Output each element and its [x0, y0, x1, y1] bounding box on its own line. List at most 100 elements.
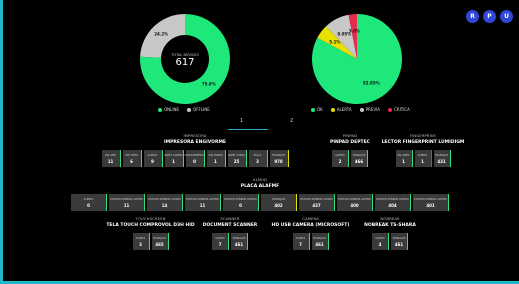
metric-value: 400	[350, 202, 359, 208]
metric-card[interactable]: TRABAJOS 402	[261, 194, 297, 211]
metric-label: ESTADO SENSOR ALERTA	[148, 197, 181, 201]
slice-label: 75.8%	[202, 82, 216, 87]
metric-card[interactable]: FALLA 3	[248, 150, 268, 167]
metric-value: 25	[233, 158, 240, 164]
metric-card[interactable]: PAPEL ALERTA 1	[164, 150, 184, 167]
metric-label: PAPEL FUERA	[227, 153, 246, 157]
metric-card[interactable]: ESTADO SENSOR ALERTA 437	[299, 194, 335, 211]
metric-label: SIN TONER	[208, 153, 223, 157]
device-group-sensor-board: ALMUD PLACA ALAFMF ALERTA 0 ESTADO SENSOR AL…	[55, 177, 465, 211]
metric-value: 978	[274, 158, 283, 164]
metric-label: FALLA	[253, 153, 262, 157]
metric-card[interactable]: PAPEL FUERA 25	[227, 150, 247, 167]
print-button[interactable]: P	[483, 10, 496, 23]
legend-item-critica: CRITICA	[388, 107, 410, 112]
metric-label: ALERTA	[375, 236, 385, 240]
metric-card[interactable]: SIN TONER 1	[206, 150, 226, 167]
metric-value: 404	[388, 202, 397, 208]
group-device-name: HD USB CAMERA (MICROSOFT)	[271, 223, 350, 228]
refresh-button[interactable]: R	[466, 10, 479, 23]
metric-label: TRABAJOS	[312, 236, 327, 240]
metric-value: 11	[123, 202, 130, 208]
metric-card[interactable]: ALERTA 9	[143, 150, 163, 167]
metric-value: 1	[421, 158, 424, 164]
metric-label: TRABAJOS	[434, 153, 449, 157]
devices-status-donut: 75.8%24.2%TOTAL DEVICES617	[140, 14, 230, 104]
metric-label: EN LINEA	[397, 153, 410, 157]
tab-2[interactable]: 2	[290, 118, 293, 124]
group-device-name: DOCUMENT SCANNER	[202, 223, 258, 228]
metric-card[interactable]: TRABAJOS 465	[151, 233, 169, 250]
group-category: NOBREAK	[380, 216, 400, 221]
device-group-touchscreen: TOUCHSCREEN TELA TOUCH COMPROVOL D3H HID A…	[98, 216, 203, 250]
metric-card[interactable]: ESTADO SENSOR ALERTA 11	[109, 194, 145, 211]
metric-label: ALERTA	[215, 236, 225, 240]
metric-value: 11	[107, 158, 114, 164]
metric-card[interactable]: ON LINE 11	[101, 150, 121, 167]
metric-label: ALERTA	[335, 153, 345, 157]
slice-label: 5.1%	[329, 40, 340, 45]
metric-card[interactable]: TRABAJOS 461	[231, 233, 248, 250]
metric-label: ESTADO SENSOR ALERTA	[376, 197, 409, 201]
metric-card[interactable]: TRABAJOS 461	[311, 233, 329, 250]
metric-value: 4	[378, 241, 382, 247]
metric-card[interactable]: ATASCAMIENTO 0	[184, 150, 205, 167]
group-category: CAMERA	[302, 216, 319, 221]
metric-label: TRABAJOS	[152, 236, 167, 240]
legend-item-online: ONLINE	[158, 107, 179, 112]
metric-value: 7	[218, 241, 222, 247]
metric-value: 0	[239, 202, 242, 208]
metric-card[interactable]: ESTADO SENSOR ALERTA 11	[185, 194, 221, 211]
metric-card[interactable]: ESTADO SENSOR ALERTA 14	[147, 194, 183, 211]
metric-card[interactable]: ALERTA 7	[292, 233, 310, 250]
metric-card[interactable]: ESTADO SENSOR ALERTA 404	[375, 194, 411, 211]
group-device-name: LECTOR FINGERPRINT LUMIDIGM	[381, 140, 465, 145]
metric-card[interactable]: ESTADO SENSOR ALERTA 400	[337, 194, 373, 211]
metric-card[interactable]: ESTADO SENSOR ALERTA 401	[413, 194, 449, 211]
device-group-printer: IMPRESORA IMPRESORA ENGIVORME ON LINE 11 SIN…	[70, 133, 320, 167]
metric-card[interactable]: TRABAJOS 978	[269, 150, 289, 167]
metric-label: TRABAJOS	[271, 153, 286, 157]
metric-label: ALERTA	[83, 197, 94, 201]
metric-value: 9	[151, 158, 154, 164]
metric-label: ESTADO SENSOR ALERTA	[110, 197, 143, 201]
metric-card[interactable]: ALERTA 7	[212, 233, 229, 250]
metric-card[interactable]: ESTADO SENSOR ALERTA 0	[223, 194, 259, 211]
group-category: SCANNER	[220, 216, 240, 221]
metric-card[interactable]: TRABAJOS 431	[433, 150, 451, 167]
metric-cards: ON LINE 11 SIN TINTA 6 ALERTA 9 PAPEL ALERTA 1 A…	[70, 150, 320, 167]
metric-card[interactable]: SIN TINTA 6	[122, 150, 142, 167]
metric-value: 6	[130, 158, 133, 164]
legend-item-offline: OFFLINE	[187, 107, 210, 112]
metric-value: 3	[139, 241, 142, 247]
metric-card[interactable]: ALERTA 4	[372, 233, 389, 250]
metric-card[interactable]: TRABAJOS 461	[391, 233, 408, 250]
metric-value: 2	[338, 158, 342, 164]
metric-value: 0	[193, 158, 196, 164]
metric-label: ALERTA	[417, 153, 428, 157]
tab-1[interactable]: 1	[240, 118, 243, 124]
metric-card[interactable]: ALERTA 0	[71, 194, 107, 211]
metric-value: 7	[299, 241, 302, 247]
metric-value: 14	[161, 202, 168, 208]
metric-value: 11	[199, 202, 206, 208]
legend-item-previa: PREVIA	[359, 107, 380, 112]
metric-label: TRABAJOS	[392, 236, 406, 240]
group-device-name: IMPRESORA ENGIVORME	[163, 140, 227, 145]
metric-value: 1	[402, 158, 405, 164]
metric-value: 461	[315, 241, 324, 247]
metric-label: TRABAJOS	[271, 197, 286, 201]
user-button[interactable]: U	[500, 10, 513, 23]
metric-label: TRABAJOS	[352, 153, 366, 157]
metric-card[interactable]: EN LINEA 1	[395, 150, 413, 167]
metric-card[interactable]: TRABAJOS 466	[351, 150, 368, 167]
metric-card[interactable]: ALERTA 3	[132, 233, 150, 250]
metric-card[interactable]: ALERTA 2	[332, 150, 349, 167]
metric-cards: ALERTA 4 TRABAJOS 461	[355, 233, 425, 250]
metric-value: 465	[155, 241, 164, 247]
metric-value: 437	[312, 202, 321, 208]
metric-label: ALERTA	[135, 236, 146, 240]
metric-label: ESTADO SENSOR ALERTA	[186, 197, 219, 201]
metric-cards: ALERTA 0 ESTADO SENSOR ALERTA 11 ESTADO SENS…	[55, 194, 465, 211]
metric-card[interactable]: ALERTA 1	[414, 150, 432, 167]
